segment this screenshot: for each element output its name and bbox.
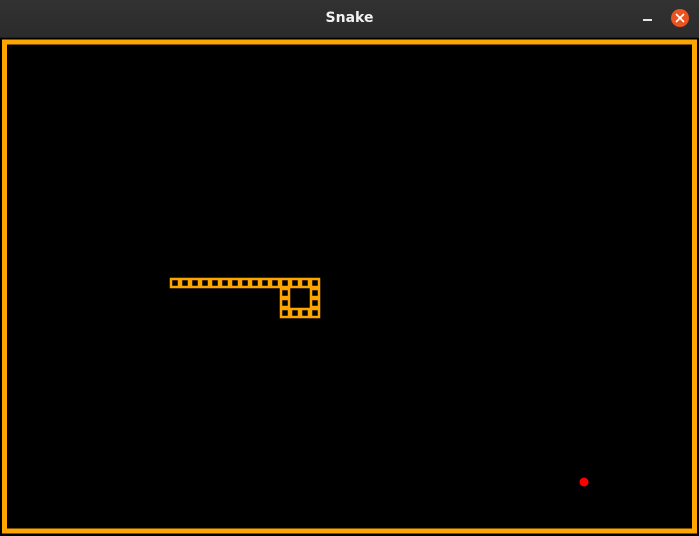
snake	[169, 277, 321, 319]
snake-segment	[309, 277, 321, 289]
close-icon[interactable]	[671, 9, 689, 27]
snake-segment	[229, 277, 241, 289]
title-bar[interactable]: Snake	[0, 0, 699, 38]
game-canvas[interactable]	[0, 38, 699, 536]
snake-segment	[239, 277, 251, 289]
snake-segment	[309, 307, 321, 319]
board-border	[2, 39, 697, 534]
snake-segment	[219, 277, 231, 289]
snake-segment	[279, 287, 291, 299]
snake-segment	[279, 297, 291, 309]
snake-segment	[289, 277, 301, 289]
snake-window: Snake	[0, 0, 699, 536]
snake-segment	[169, 277, 181, 289]
snake-segment	[279, 307, 291, 319]
snake-segment	[209, 277, 221, 289]
minimize-icon[interactable]	[640, 10, 656, 26]
snake-segment	[189, 277, 201, 289]
snake-segment	[259, 277, 271, 289]
window-title: Snake	[325, 10, 374, 26]
snake-segment	[199, 277, 211, 289]
snake-segment	[299, 307, 311, 319]
game-board	[2, 39, 697, 534]
snake-segment	[279, 277, 291, 289]
snake-segment	[309, 297, 321, 309]
snake-segment	[309, 287, 321, 299]
snake-segment	[179, 277, 191, 289]
snake-segment	[249, 277, 261, 289]
snake-segment	[289, 307, 301, 319]
snake-segment	[299, 277, 311, 289]
food-pellet	[579, 477, 589, 487]
snake-segment	[269, 277, 281, 289]
